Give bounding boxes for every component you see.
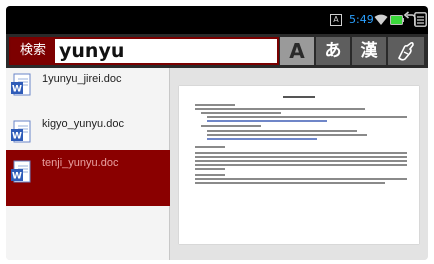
- device-frame: A 5:49 検索 yunyu A あ 漢 W 1yunyu_jirei.doc…: [0, 0, 434, 264]
- clock: 5:49: [349, 13, 374, 26]
- search-input[interactable]: [59, 39, 275, 63]
- page-text-line: [195, 168, 225, 170]
- mode-alphabet-button[interactable]: A: [280, 37, 314, 65]
- file-name: 1yunyu_jirei.doc: [42, 73, 122, 85]
- handwriting-icon: [398, 41, 414, 61]
- mode-handwriting-button[interactable]: [388, 37, 424, 65]
- page-text-line: [195, 160, 407, 162]
- wifi-icon: [374, 14, 388, 25]
- svg-text:W: W: [12, 172, 22, 182]
- search-bar: 検索 A あ 漢: [6, 34, 428, 68]
- file-list: W 1yunyu_jirei.doc W kigyo_yunyu.doc W t…: [6, 68, 170, 260]
- word-doc-icon: W: [11, 73, 31, 96]
- screen: A 5:49 検索 yunyu A あ 漢 W 1yunyu_jirei.doc…: [6, 6, 428, 260]
- battery-icon: [390, 15, 404, 25]
- document-page-thumbnail: [179, 86, 419, 244]
- page-title-text: [283, 96, 315, 98]
- svg-text:W: W: [12, 132, 22, 142]
- file-item[interactable]: W tenji_yunyu.doc: [6, 150, 170, 206]
- page-text-line: [207, 116, 407, 118]
- svg-text:W: W: [12, 85, 22, 95]
- menu-icon[interactable]: [414, 12, 427, 27]
- mode-kanji-button[interactable]: 漢: [352, 37, 386, 65]
- page-link-line: [207, 120, 327, 122]
- mode-hiragana-button[interactable]: あ: [316, 37, 350, 65]
- page-text-line: [195, 178, 407, 180]
- input-indicator: A: [330, 14, 342, 26]
- search-box: 検索: [9, 37, 279, 65]
- status-bar: A 5:49: [6, 6, 428, 34]
- file-name: tenji_yunyu.doc: [42, 157, 119, 169]
- page-text-line: [207, 134, 367, 136]
- page-text-line: [195, 156, 407, 158]
- file-name: kigyo_yunyu.doc: [42, 118, 124, 130]
- page-text-line: [195, 152, 407, 154]
- page-text-line: [195, 182, 385, 184]
- page-text-line: [207, 130, 357, 132]
- word-doc-icon: W: [11, 160, 31, 183]
- word-doc-icon: W: [11, 120, 31, 143]
- page-text-line: [195, 146, 225, 148]
- page-text-line: [195, 174, 225, 176]
- page-text-line: [201, 112, 281, 114]
- page-text-line: [201, 125, 261, 127]
- page-text-line: [195, 164, 407, 166]
- page-link-line: [207, 138, 317, 140]
- page-text-line: [195, 104, 235, 106]
- search-label: 検索: [11, 39, 55, 63]
- document-preview[interactable]: [171, 68, 428, 260]
- page-text-line: [195, 108, 365, 110]
